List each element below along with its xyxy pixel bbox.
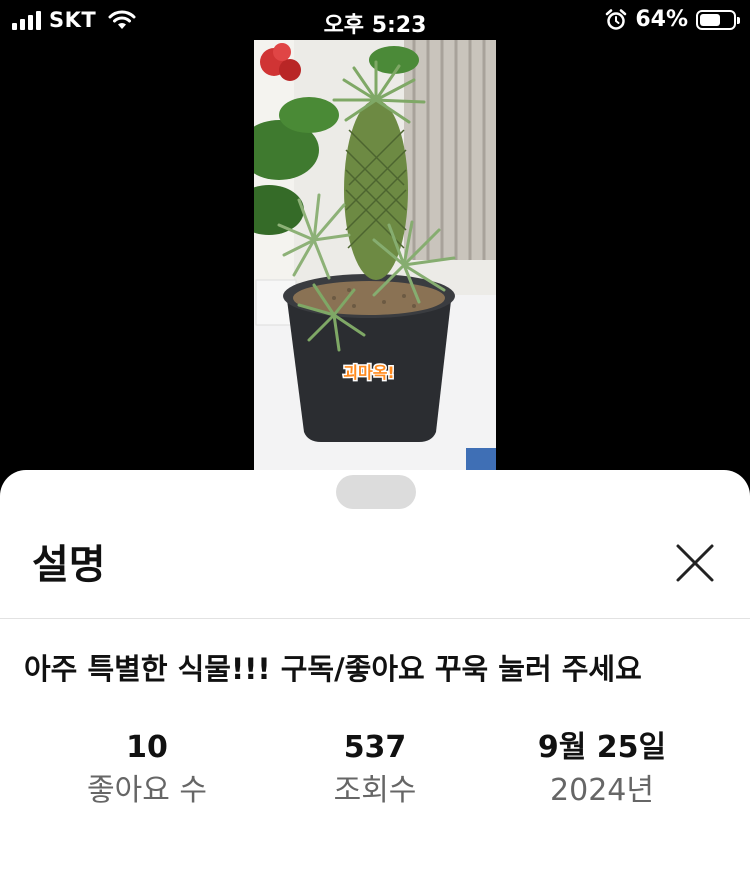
- battery-level: [700, 13, 721, 26]
- divider: [0, 618, 750, 619]
- battery-percent: 64%: [635, 7, 688, 32]
- likes-label: 좋아요 수: [87, 773, 207, 808]
- status-bar: SKT 오후 5:23 64%: [0, 0, 750, 40]
- views-label: 조회수: [333, 773, 417, 808]
- sheet-drag-handle[interactable]: [336, 475, 416, 509]
- description-sheet: 설명 아주 특별한 식물!!! 구독/좋아요 꾸욱 눌러 주세요 10 좋아요 …: [0, 470, 750, 890]
- upload-year: 2024년: [550, 773, 654, 808]
- views-count: 537: [343, 730, 407, 765]
- battery-icon: [696, 9, 740, 30]
- video-overlay-text: 괴마옥!: [343, 363, 394, 382]
- views-stat: 537 조회수: [265, 728, 485, 814]
- plant-photo: 괴마옥!: [254, 40, 496, 480]
- alarm-icon: [606, 8, 627, 30]
- date-stat: 9월 25일 2024년: [492, 728, 712, 814]
- video-thumbnail[interactable]: 괴마옥!: [254, 40, 496, 480]
- likes-count: 10: [126, 730, 168, 765]
- upload-date: 9월 25일: [537, 730, 667, 765]
- sheet-title: 설명: [32, 542, 106, 588]
- status-right: 64%: [605, 7, 740, 32]
- close-icon: [676, 544, 714, 582]
- likes-stat: 10 좋아요 수: [37, 728, 257, 814]
- video-description: 아주 특별한 식물!!! 구독/좋아요 꾸욱 눌러 주세요: [24, 652, 642, 686]
- close-button[interactable]: [668, 536, 722, 590]
